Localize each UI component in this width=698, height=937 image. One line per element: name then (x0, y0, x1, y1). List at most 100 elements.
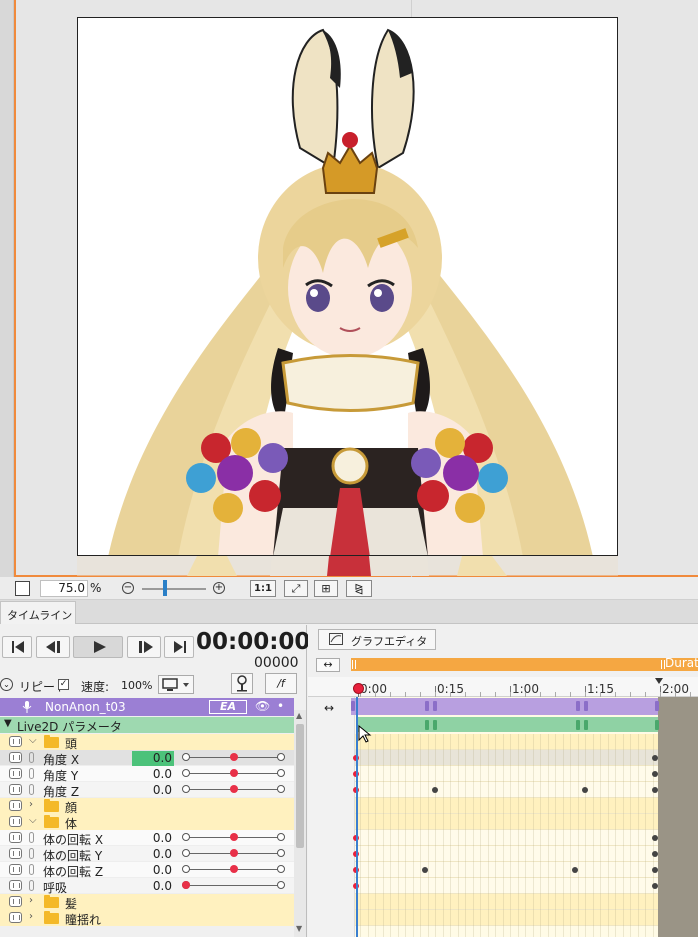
current-frame[interactable]: 00000 (254, 655, 299, 671)
fit-width-icon[interactable]: ⊞ (314, 580, 338, 597)
summary-key-marker[interactable] (425, 701, 429, 711)
param-value[interactable]: 0.0 (132, 847, 174, 862)
chevron-right-icon[interactable]: › (29, 911, 33, 922)
param-slider-knob[interactable] (230, 769, 238, 777)
lock-icon[interactable] (9, 848, 22, 859)
param-track-row[interactable] (355, 878, 658, 894)
summary-key-marker[interactable] (576, 701, 580, 711)
chevron-right-icon[interactable]: › (29, 799, 33, 810)
lock-icon[interactable] (9, 784, 22, 795)
param-folder[interactable]: ⌵ 頭 (0, 734, 294, 751)
time-ruler[interactable]: 0:00 0:15 1:00 1:15 2:00 (308, 677, 698, 697)
current-timecode[interactable]: 00:00:00 (196, 629, 310, 655)
prev-frame-button[interactable] (36, 636, 70, 658)
duration-bar[interactable] (351, 658, 698, 671)
pin-icon[interactable] (29, 880, 34, 891)
chevron-down-icon[interactable]: ⌵ (29, 735, 37, 746)
summary-key-marker[interactable] (584, 701, 588, 711)
layer-track-bar[interactable] (351, 698, 658, 715)
param-row[interactable]: 角度 Y 0.0 (0, 766, 294, 783)
zoom-slider-track[interactable] (142, 588, 206, 590)
zoom-slider-handle[interactable] (163, 580, 167, 596)
tab-timeline[interactable]: タイムライン (0, 601, 76, 624)
param-value[interactable]: 0.0 (132, 783, 174, 798)
expression-button[interactable]: /f (265, 673, 297, 694)
param-row[interactable]: 体の回転 Z 0.0 (0, 862, 294, 879)
lock-icon[interactable] (9, 832, 22, 843)
summary-key-marker[interactable] (576, 720, 580, 730)
zoom-out-icon[interactable]: − (122, 582, 134, 594)
lock-icon[interactable] (9, 880, 22, 891)
summary-key-marker[interactable] (584, 720, 588, 730)
keyframe-dot[interactable] (432, 787, 438, 793)
fit-screen-icon[interactable]: ⤢ (284, 580, 308, 597)
folder-track-row[interactable] (355, 910, 658, 926)
param-track-row[interactable] (355, 750, 658, 766)
param-folder[interactable]: › 髪 (0, 894, 294, 911)
layer-row[interactable]: NonAnon_t03 EA 👁 • (0, 698, 294, 716)
lock-icon[interactable] (9, 752, 22, 763)
pin-icon[interactable] (29, 848, 34, 859)
param-row[interactable]: 角度 X 0.0 (0, 750, 294, 767)
end-marker-icon[interactable] (655, 678, 663, 684)
keyframe-dot[interactable] (652, 835, 658, 841)
expand-track-icon[interactable]: ↔ (324, 701, 334, 715)
param-track-row[interactable] (355, 782, 658, 798)
param-row[interactable]: 体の回転 X 0.0 (0, 830, 294, 847)
summary-key-marker[interactable] (433, 701, 437, 711)
actual-size-button[interactable]: 1:1 (250, 580, 276, 597)
background-toggle[interactable] (15, 581, 30, 596)
lock-icon[interactable] (9, 896, 22, 907)
scroll-down-icon[interactable]: ▼ (296, 924, 302, 933)
param-slider-knob[interactable] (230, 785, 238, 793)
canvas-viewport[interactable] (0, 0, 698, 577)
pin-icon[interactable] (29, 752, 34, 763)
param-track-row[interactable] (355, 846, 658, 862)
param-folder[interactable]: ⌵ 体 (0, 814, 294, 831)
keyframe-dot[interactable] (422, 867, 428, 873)
param-scrollbar[interactable]: ▲ ▼ (294, 710, 306, 937)
duration-start-handle[interactable] (352, 660, 356, 669)
pin-icon[interactable] (29, 832, 34, 843)
graph-editor-button[interactable]: グラフエディタ (318, 629, 436, 650)
keyframe-dot[interactable] (652, 851, 658, 857)
param-row[interactable]: 角度 Z 0.0 (0, 782, 294, 799)
folder-track-row[interactable] (355, 894, 658, 910)
keyframe-dot[interactable] (572, 867, 578, 873)
param-slider-knob[interactable] (230, 753, 238, 761)
expand-timeline-icon[interactable]: ↔ (316, 658, 340, 672)
param-slider-knob[interactable] (230, 833, 238, 841)
param-scrollbar-thumb[interactable] (296, 724, 304, 848)
scroll-up-icon[interactable]: ▲ (296, 711, 302, 720)
summary-key-marker[interactable] (433, 720, 437, 730)
folder-track-row[interactable] (355, 814, 658, 830)
keyframe-dot[interactable] (652, 755, 658, 761)
param-value[interactable]: 0.0 (132, 751, 174, 766)
pin-icon[interactable] (29, 768, 34, 779)
layer-ea-badge[interactable]: EA (209, 700, 247, 714)
lock-icon[interactable] (9, 736, 22, 747)
param-folder[interactable]: › 瞳揺れ (0, 910, 294, 927)
summary-key-marker[interactable] (351, 701, 355, 711)
param-slider-knob[interactable] (230, 849, 238, 857)
param-slider-knob[interactable] (182, 881, 190, 889)
chevron-right-icon[interactable]: › (29, 895, 33, 906)
repeat-checkbox[interactable]: ✓ (58, 679, 69, 690)
keyframe-dot[interactable] (652, 867, 658, 873)
lock-icon[interactable] (9, 864, 22, 875)
keyframe-dot[interactable] (582, 787, 588, 793)
param-row[interactable]: 呼吸 0.0 (0, 878, 294, 895)
next-frame-button[interactable] (127, 636, 161, 658)
summary-key-marker[interactable] (425, 720, 429, 730)
go-to-end-button[interactable] (164, 636, 194, 658)
param-track-row[interactable] (355, 830, 658, 846)
speed-value[interactable]: 100% (121, 679, 152, 692)
lock-icon[interactable] (9, 768, 22, 779)
keyframe-dot[interactable] (652, 883, 658, 889)
keyframe-tracks[interactable]: ↔ (308, 697, 698, 937)
visibility-eye-icon[interactable]: 👁 (255, 699, 270, 713)
keyframe-dot[interactable] (652, 771, 658, 777)
go-to-start-button[interactable] (2, 636, 32, 658)
param-value[interactable]: 0.0 (132, 767, 174, 782)
keyframe-dot[interactable] (652, 787, 658, 793)
